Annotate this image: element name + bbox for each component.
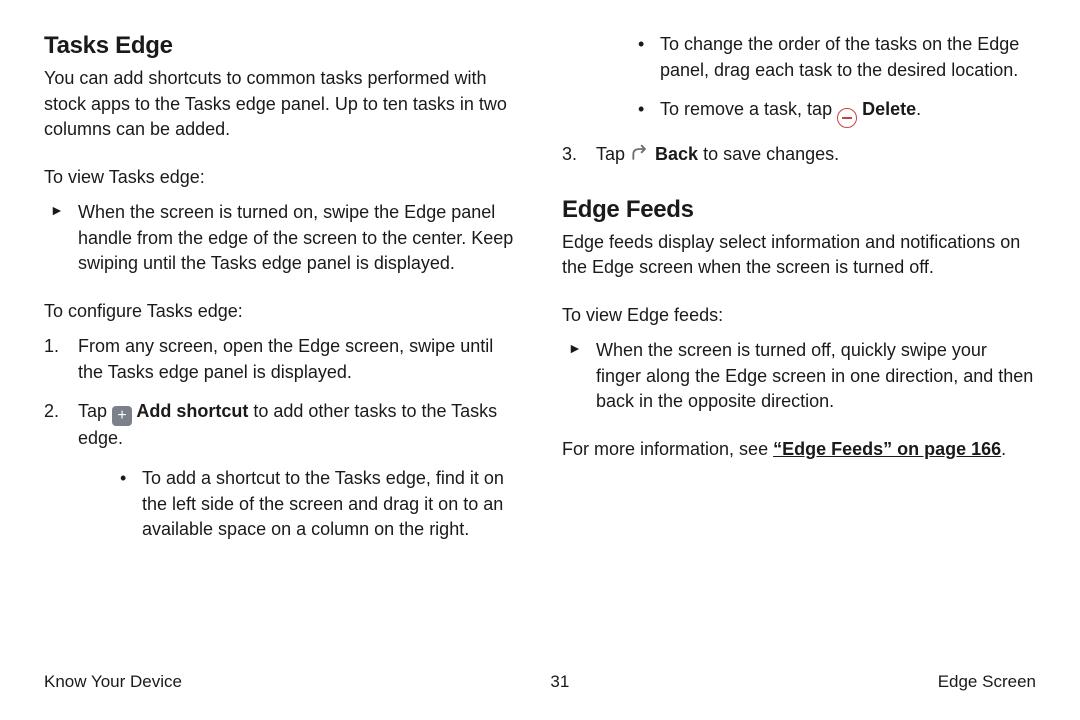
config-tasks-label: To configure Tasks edge: xyxy=(44,299,518,325)
page-body: Tasks Edge You can add shortcuts to comm… xyxy=(0,0,1080,565)
config-steps: 1. From any screen, open the Edge screen… xyxy=(44,334,518,542)
step-number: 2. xyxy=(44,399,59,425)
step-3: 3. Tap Back to save changes. xyxy=(562,142,1036,168)
back-icon xyxy=(630,144,650,164)
more-pre: For more information, see xyxy=(562,439,773,459)
step-3-pre: Tap xyxy=(596,144,630,164)
step-number: 1. xyxy=(44,334,59,360)
sub-remove-pre: To remove a task, tap xyxy=(660,99,837,119)
view-feeds-item: When the screen is turned off, quickly s… xyxy=(562,338,1036,415)
edge-feeds-link[interactable]: “Edge Feeds” on page 166 xyxy=(773,439,1001,459)
heading-edge-feeds: Edge Feeds xyxy=(562,196,1036,224)
view-tasks-label: To view Tasks edge: xyxy=(44,165,518,191)
page-footer: Know Your Device 31 Edge Screen xyxy=(44,672,1036,692)
left-column: Tasks Edge You can add shortcuts to comm… xyxy=(44,32,518,565)
right-column: To change the order of the tasks on the … xyxy=(562,32,1036,565)
plus-icon: + xyxy=(112,406,132,426)
view-feeds-label: To view Edge feeds: xyxy=(562,303,1036,329)
step-2-sublist-cont: To change the order of the tasks on the … xyxy=(596,32,1036,128)
sub-remove: To remove a task, tap Delete. xyxy=(630,97,1036,128)
feeds-intro: Edge feeds display select information an… xyxy=(562,230,1036,281)
sub-remove-bold: Delete xyxy=(857,99,916,119)
step-3-post: to save changes. xyxy=(698,144,839,164)
delete-icon xyxy=(837,108,857,128)
sub-remove-post: . xyxy=(916,99,921,119)
footer-right: Edge Screen xyxy=(938,672,1036,692)
footer-page-number: 31 xyxy=(550,672,569,692)
step-2: 2. Tap + Add shortcut to add other tasks… xyxy=(44,399,518,542)
step-number: 3. xyxy=(562,142,577,168)
sub-reorder: To change the order of the tasks on the … xyxy=(630,32,1036,83)
footer-left: Know Your Device xyxy=(44,672,182,692)
sub-add-shortcut: To add a shortcut to the Tasks edge, fin… xyxy=(112,466,518,543)
more-info: For more information, see “Edge Feeds” o… xyxy=(562,437,1036,463)
step-1-text: From any screen, open the Edge screen, s… xyxy=(78,336,493,382)
view-tasks-list: When the screen is turned on, swipe the … xyxy=(44,200,518,277)
more-post: . xyxy=(1001,439,1006,459)
step-2-pre: Tap xyxy=(78,401,112,421)
config-steps-cont: 3. Tap Back to save changes. xyxy=(562,142,1036,168)
step-2-sublist: To add a shortcut to the Tasks edge, fin… xyxy=(78,466,518,543)
tasks-intro: You can add shortcuts to common tasks pe… xyxy=(44,66,518,143)
step-2-bold: Add shortcut xyxy=(132,401,248,421)
step-3-bold: Back xyxy=(650,144,698,164)
step-1: 1. From any screen, open the Edge screen… xyxy=(44,334,518,385)
view-tasks-item: When the screen is turned on, swipe the … xyxy=(44,200,518,277)
view-feeds-list: When the screen is turned off, quickly s… xyxy=(562,338,1036,415)
heading-tasks-edge: Tasks Edge xyxy=(44,32,518,60)
